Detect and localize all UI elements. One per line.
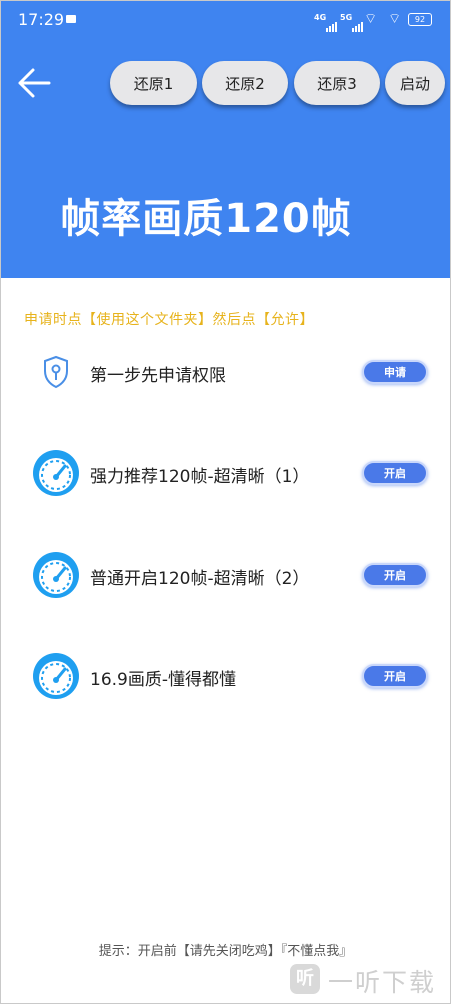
network-4g-label: 4G xyxy=(314,13,327,22)
signal-bars-icon xyxy=(352,13,364,32)
list-item-mode-3: 16.9画质-懂得都懂 开启 xyxy=(0,646,451,706)
header-panel: 17:29 4G 5G ⌔ ⌔ 92 还原1 还原2 还原3 启动 帧率画质12… xyxy=(0,0,451,278)
page-title: 帧率画质120帧 xyxy=(60,196,352,242)
speedometer-icon xyxy=(33,552,79,598)
shield-key-icon xyxy=(44,355,68,389)
restore-3-button[interactable]: 还原3 xyxy=(294,61,380,105)
enable-button[interactable]: 开启 xyxy=(362,664,428,688)
status-time: 17:29 xyxy=(18,10,65,29)
signal-bars-icon xyxy=(326,13,338,32)
list-item-permission: 第一步先申请权限 申请 xyxy=(0,342,451,402)
list-item-label: 强力推荐120帧-超清晰（1） xyxy=(90,467,310,487)
network-5g-label: 5G xyxy=(340,13,353,22)
list-item-mode-1: 强力推荐120帧-超清晰（1） 开启 xyxy=(0,443,451,503)
list-item-mode-2: 普通开启120帧-超清晰（2） 开启 xyxy=(0,545,451,605)
watermark-text: 一听下载 xyxy=(328,968,437,997)
wifi-icon: ⌔ xyxy=(388,11,402,27)
speedometer-icon xyxy=(33,653,79,699)
watermark-logo: 听 一听下载 xyxy=(290,958,450,1000)
enable-button[interactable]: 开启 xyxy=(362,563,428,587)
back-arrow-icon[interactable] xyxy=(16,66,52,100)
restore-1-button[interactable]: 还原1 xyxy=(110,61,197,105)
status-bar: 17:29 4G 5G ⌔ ⌔ 92 xyxy=(0,0,451,38)
speedometer-icon xyxy=(33,450,79,496)
recording-icon xyxy=(66,15,76,23)
wifi-icon: ⌔ xyxy=(364,11,378,27)
restore-2-button[interactable]: 还原2 xyxy=(202,61,288,105)
list-item-label: 普通开启120帧-超清晰（2） xyxy=(90,569,310,589)
list-item-label: 第一步先申请权限 xyxy=(90,366,226,386)
enable-button[interactable]: 开启 xyxy=(362,461,428,485)
list-item-label: 16.9画质-懂得都懂 xyxy=(90,670,236,690)
footer-tip[interactable]: 提示：开启前【请先关闭吃鸡】『不懂点我』 xyxy=(0,940,451,959)
launch-button[interactable]: 启动 xyxy=(385,61,445,105)
permission-notice: 申请时点【使用这个文件夹】然后点【允许】 xyxy=(24,312,314,328)
battery-indicator: 92 xyxy=(408,13,432,26)
watermark-mark: 听 xyxy=(290,964,320,994)
apply-button[interactable]: 申请 xyxy=(362,360,428,384)
